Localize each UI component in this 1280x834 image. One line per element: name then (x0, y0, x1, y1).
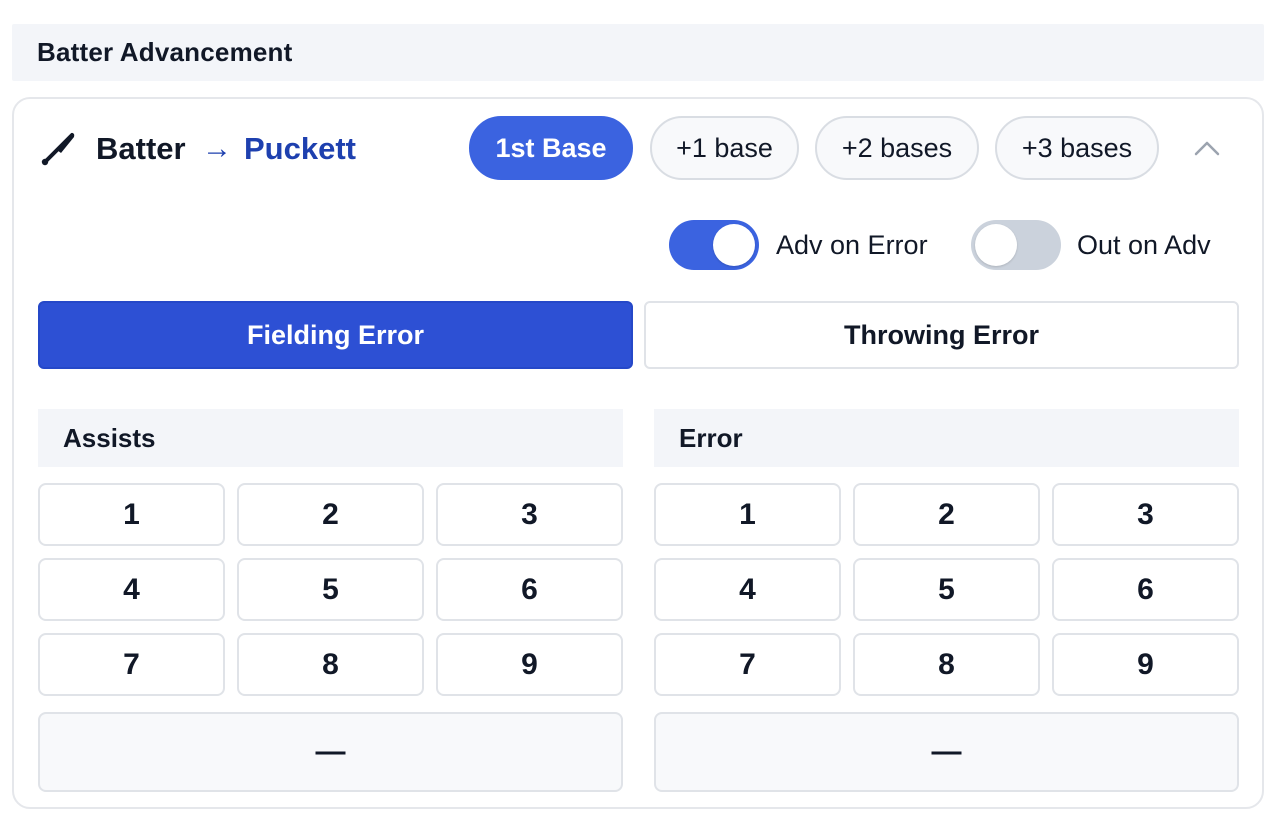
error-key-4[interactable]: 4 (654, 558, 841, 621)
baseball-bat-icon (41, 133, 75, 166)
error-key-5[interactable]: 5 (853, 558, 1040, 621)
assists-key-1[interactable]: 1 (38, 483, 225, 546)
error-key-1[interactable]: 1 (654, 483, 841, 546)
assists-header: Assists (38, 409, 623, 467)
assists-key-8[interactable]: 8 (237, 633, 424, 696)
adv-on-error-label: Adv on Error (776, 230, 928, 260)
throwing-error-button[interactable]: Throwing Error (644, 301, 1239, 369)
adv-on-error-toggle[interactable] (669, 220, 759, 270)
error-clear-button[interactable]: — (654, 712, 1239, 792)
advance-1st-base-button[interactable]: 1st Base (469, 116, 633, 180)
assists-key-5[interactable]: 5 (237, 558, 424, 621)
batter-advancement-card: Batter → Puckett 1st Base +1 base +2 bas… (12, 97, 1264, 809)
toggle-knob (975, 224, 1017, 266)
advance-plus-3-button[interactable]: +3 bases (995, 116, 1159, 180)
error-key-9[interactable]: 9 (1052, 633, 1239, 696)
error-header: Error (654, 409, 1239, 467)
assists-clear-button[interactable]: — (38, 712, 623, 792)
assists-key-2[interactable]: 2 (237, 483, 424, 546)
advance-plus-1-button[interactable]: +1 base (650, 116, 799, 180)
chevron-up-icon[interactable] (1192, 133, 1222, 163)
error-key-3[interactable]: 3 (1052, 483, 1239, 546)
assists-key-7[interactable]: 7 (38, 633, 225, 696)
out-on-adv-toggle[interactable] (971, 220, 1061, 270)
out-on-adv-label: Out on Adv (1077, 230, 1211, 260)
error-key-7[interactable]: 7 (654, 633, 841, 696)
assists-key-6[interactable]: 6 (436, 558, 623, 621)
player-name: Puckett (244, 131, 356, 166)
section-title: Batter Advancement (12, 24, 1264, 81)
advance-plus-2-button[interactable]: +2 bases (815, 116, 979, 180)
error-key-6[interactable]: 6 (1052, 558, 1239, 621)
arrow-right-icon: → (202, 132, 232, 165)
toggle-knob (713, 224, 755, 266)
batter-label: Batter (96, 131, 186, 166)
assists-key-3[interactable]: 3 (436, 483, 623, 546)
fielding-error-button[interactable]: Fielding Error (38, 301, 633, 369)
error-key-2[interactable]: 2 (853, 483, 1040, 546)
assists-key-4[interactable]: 4 (38, 558, 225, 621)
error-key-8[interactable]: 8 (853, 633, 1040, 696)
assists-key-9[interactable]: 9 (436, 633, 623, 696)
